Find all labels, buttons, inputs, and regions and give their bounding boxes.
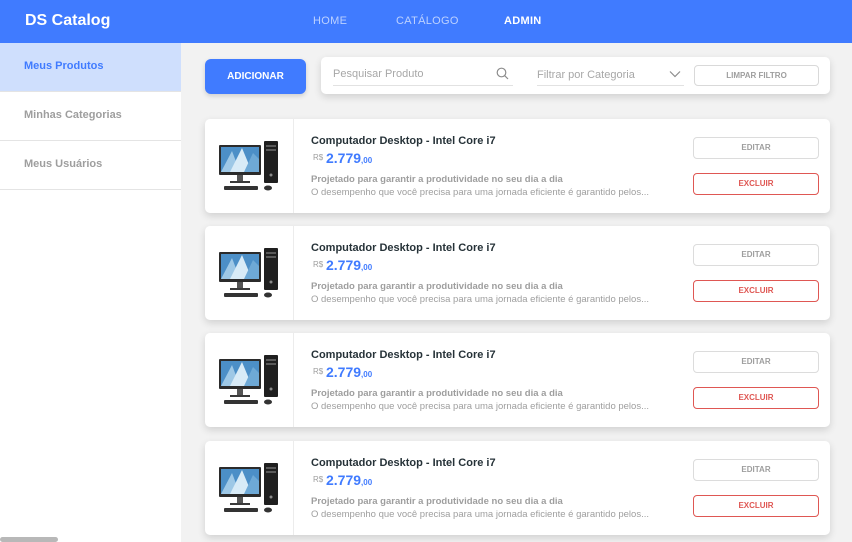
nav-link-admin[interactable]: ADMIN <box>504 15 542 27</box>
nav-link-catalog[interactable]: CATÁLOGO <box>396 15 459 27</box>
product-description: O desempenho que você precisa para uma j… <box>311 187 649 198</box>
product-price: 2.779,00 <box>326 364 372 380</box>
filter-bar: Filtrar por Categoria LIMPAR FILTRO <box>321 57 830 94</box>
add-product-button[interactable]: ADICIONAR <box>205 59 306 94</box>
sidebar-item-users[interactable]: Meus Usuários <box>0 141 181 190</box>
product-title: Computador Desktop - Intel Core i7 <box>311 457 496 469</box>
edit-button[interactable]: EDITAR <box>693 459 819 481</box>
card-divider <box>293 119 294 213</box>
product-description: O desempenho que você precisa para uma j… <box>311 509 649 520</box>
sidebar-item-label: Meus Produtos <box>24 60 104 72</box>
search-input[interactable] <box>333 68 483 80</box>
brand-logo[interactable]: DS Catalog <box>25 12 110 30</box>
product-card: Computador Desktop - Intel Core i7 R$ 2.… <box>205 119 830 213</box>
product-card: Computador Desktop - Intel Core i7 R$ 2.… <box>205 333 830 427</box>
desktop-computer-image <box>219 141 278 191</box>
product-card: Computador Desktop - Intel Core i7 R$ 2.… <box>205 226 830 320</box>
product-title: Computador Desktop - Intel Core i7 <box>311 135 496 147</box>
product-subtitle: Projetado para garantir a produtividade … <box>311 281 563 292</box>
search-underline <box>333 85 513 86</box>
product-subtitle: Projetado para garantir a produtividade … <box>311 174 563 185</box>
price-main: 2.779 <box>326 472 362 488</box>
product-subtitle: Projetado para garantir a produtividade … <box>311 496 563 507</box>
delete-button[interactable]: EXCLUIR <box>693 280 819 302</box>
price-currency: R$ <box>313 475 324 484</box>
edit-button[interactable]: EDITAR <box>693 351 819 373</box>
card-divider <box>293 333 294 427</box>
delete-button[interactable]: EXCLUIR <box>693 173 819 195</box>
price-currency: R$ <box>313 260 324 269</box>
card-divider <box>293 441 294 535</box>
product-description: O desempenho que você precisa para uma j… <box>311 294 649 305</box>
nav-link-home[interactable]: HOME <box>313 15 347 27</box>
price-main: 2.779 <box>326 364 362 380</box>
product-description: O desempenho que você precisa para uma j… <box>311 401 649 412</box>
chevron-down-icon[interactable] <box>669 70 681 78</box>
card-divider <box>293 226 294 320</box>
top-navbar: DS Catalog HOME CATÁLOGO ADMIN <box>0 0 852 43</box>
product-price: 2.779,00 <box>326 150 372 166</box>
price-cents: ,00 <box>361 370 373 379</box>
edit-button[interactable]: EDITAR <box>693 244 819 266</box>
search-icon[interactable] <box>496 67 509 80</box>
product-subtitle: Projetado para garantir a produtividade … <box>311 388 563 399</box>
product-card: Computador Desktop - Intel Core i7 R$ 2.… <box>205 441 830 535</box>
category-underline <box>537 85 684 86</box>
edit-button[interactable]: EDITAR <box>693 137 819 159</box>
horizontal-scrollbar[interactable] <box>0 537 58 542</box>
sidebar-item-categories[interactable]: Minhas Categorias <box>0 92 181 141</box>
price-main: 2.779 <box>326 150 362 166</box>
product-price: 2.779,00 <box>326 472 372 488</box>
price-cents: ,00 <box>361 478 373 487</box>
desktop-computer-image <box>219 463 278 513</box>
delete-button[interactable]: EXCLUIR <box>693 387 819 409</box>
price-cents: ,00 <box>361 156 373 165</box>
price-currency: R$ <box>313 367 324 376</box>
desktop-computer-image <box>219 248 278 298</box>
sidebar-item-products[interactable]: Meus Produtos <box>0 43 181 92</box>
clear-filter-button[interactable]: LIMPAR FILTRO <box>694 65 819 86</box>
delete-button[interactable]: EXCLUIR <box>693 495 819 517</box>
price-currency: R$ <box>313 153 324 162</box>
category-select[interactable]: Filtrar por Categoria <box>537 69 635 81</box>
desktop-computer-image <box>219 355 278 405</box>
product-title: Computador Desktop - Intel Core i7 <box>311 349 496 361</box>
product-price: 2.779,00 <box>326 257 372 273</box>
price-main: 2.779 <box>326 257 362 273</box>
sidebar-item-label: Minhas Categorias <box>24 109 122 121</box>
product-title: Computador Desktop - Intel Core i7 <box>311 242 496 254</box>
sidebar-item-label: Meus Usuários <box>24 158 103 170</box>
price-cents: ,00 <box>361 263 373 272</box>
sidebar: Meus Produtos Minhas Categorias Meus Usu… <box>0 43 181 542</box>
